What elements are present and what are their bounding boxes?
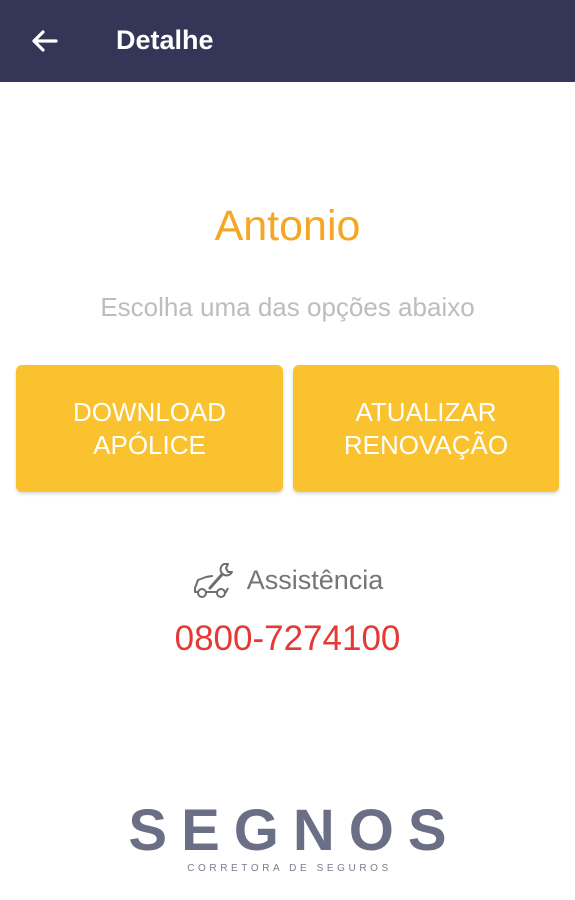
logo-wordmark: SEGNOS (128, 798, 461, 863)
user-name: Antonio (214, 202, 361, 250)
wrench-car-icon (193, 563, 233, 598)
app-bar: Detalhe (0, 0, 575, 82)
download-policy-button[interactable]: DOWNLOAD APÓLICE (16, 365, 283, 492)
assistance-label: Assistência (246, 565, 384, 595)
page-title: Detalhe (116, 25, 214, 55)
update-renewal-button[interactable]: ATUALIZAR RENOVAÇÃO (293, 365, 559, 492)
logo-tagline: CORRETORA DE SEGUROS (187, 863, 392, 874)
assistance-row: Assistência (0, 558, 575, 602)
instruction-text: Escolha uma das opções abaixo (100, 292, 475, 322)
company-logo: SEGNOS CORRETORA DE SEGUROS (0, 800, 575, 876)
arrow-left-icon (32, 30, 58, 52)
assistance-phone-link[interactable]: 0800-7274100 (0, 615, 575, 663)
back-button[interactable] (22, 19, 66, 63)
